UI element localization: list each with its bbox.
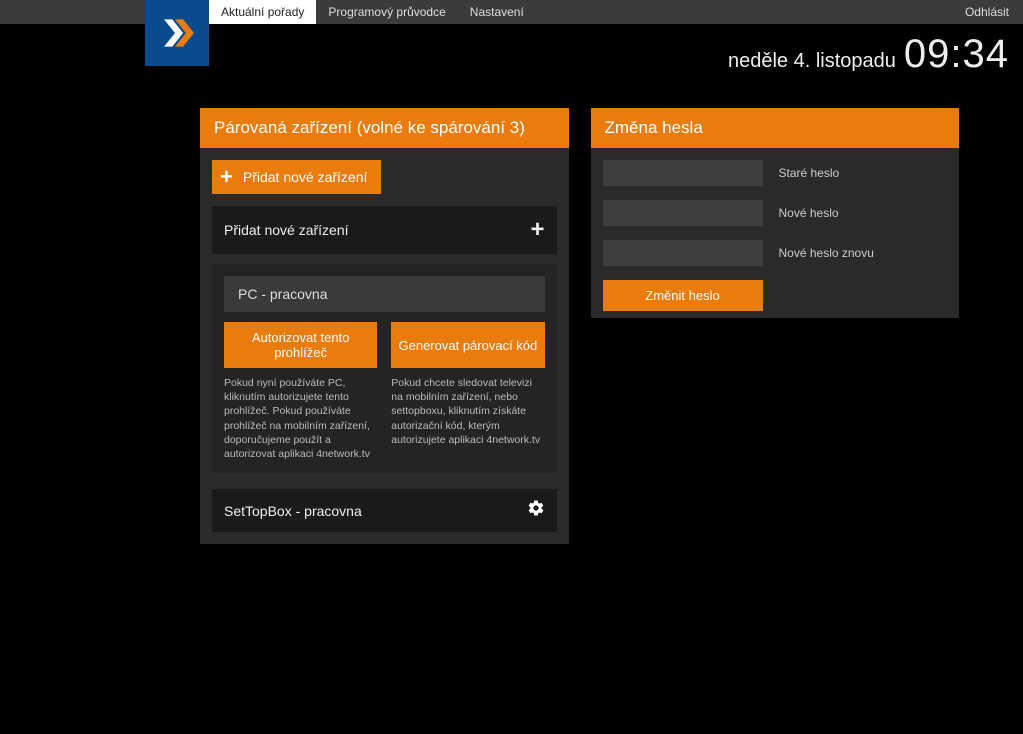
device-name-field[interactable]: PC - pracovna xyxy=(224,276,545,312)
new-password-again-label: Nové heslo znovu xyxy=(779,246,874,260)
new-password-input[interactable] xyxy=(603,200,763,226)
generate-pairing-code-button[interactable]: Generovat párovací kód xyxy=(391,322,544,368)
app-logo xyxy=(145,0,209,66)
authorize-browser-button[interactable]: Autorizovat tento prohlížeč xyxy=(224,322,377,368)
change-password-panel: Změna hesla Staré heslo Nové heslo Nové … xyxy=(591,108,960,318)
old-password-input[interactable] xyxy=(603,160,763,186)
authorize-description: Pokud nyní používáte PC, kliknutím autor… xyxy=(224,376,377,461)
settopbox-row[interactable]: SetTopBox - pracovna xyxy=(212,489,557,532)
paired-devices-panel: Párovaná zařízení (volné ke spárování 3)… xyxy=(200,108,569,544)
header-bar: neděle 4. listopadu 09:34 xyxy=(0,24,1023,90)
chevron-logo-icon xyxy=(160,16,194,50)
generate-description: Pokud chcete sledovat televizi na mobiln… xyxy=(391,376,544,461)
device-card: PC - pracovna Autorizovat tento prohlíže… xyxy=(212,264,557,473)
plus-icon[interactable]: + xyxy=(530,216,544,244)
nav-program-guide[interactable]: Programový průvodce xyxy=(316,0,457,24)
nav-current-shows[interactable]: Aktuální pořady xyxy=(209,0,316,24)
change-password-title: Změna hesla xyxy=(591,108,960,148)
change-password-button[interactable]: Změnit heslo xyxy=(603,280,763,311)
add-device-button[interactable]: + Přidat nové zařízení xyxy=(212,160,381,194)
datetime-display: neděle 4. listopadu 09:34 xyxy=(728,32,1009,77)
nav-settings[interactable]: Nastavení xyxy=(458,0,536,24)
new-password-again-input[interactable] xyxy=(603,240,763,266)
new-password-label: Nové heslo xyxy=(779,206,839,220)
add-device-row[interactable]: Přidat nové zařízení + xyxy=(212,206,557,254)
gear-icon[interactable] xyxy=(527,499,545,522)
date-text: neděle 4. listopadu xyxy=(728,50,896,73)
paired-devices-title: Párovaná zařízení (volné ke spárování 3) xyxy=(200,108,569,148)
plus-icon: + xyxy=(220,166,233,188)
time-text: 09:34 xyxy=(904,32,1009,77)
logout-link[interactable]: Odhlásit xyxy=(951,5,1023,19)
old-password-label: Staré heslo xyxy=(779,166,840,180)
